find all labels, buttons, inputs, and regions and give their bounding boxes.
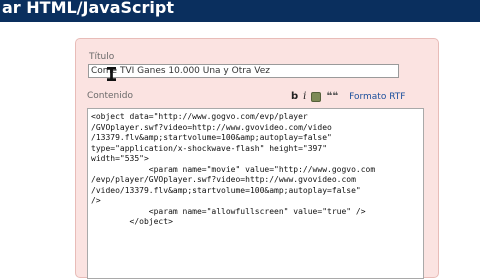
title-input[interactable]: Come TVI Ganes 10.000 Una y Otra Vez <box>88 64 399 78</box>
content-textarea[interactable]: <object data="http://www.gogvo.com/evp/p… <box>87 108 424 279</box>
rich-text-link[interactable]: Formato RTF <box>349 92 405 102</box>
italic-button[interactable]: i <box>303 91 306 103</box>
blockquote-icon[interactable]: ❝❝ <box>326 92 338 102</box>
editor-toolbar: b i ❝❝ Formato RTF <box>291 90 405 104</box>
html-gadget-form: Título Come TVI Ganes 10.000 Una y Otra … <box>75 38 439 279</box>
page-header: ar HTML/JavaScript <box>0 0 480 22</box>
content-label: Contenido <box>87 91 133 101</box>
page-title: ar HTML/JavaScript <box>2 0 174 17</box>
bold-button[interactable]: b <box>291 91 298 103</box>
title-label: Título <box>89 52 115 62</box>
insert-image-icon[interactable] <box>311 92 322 102</box>
